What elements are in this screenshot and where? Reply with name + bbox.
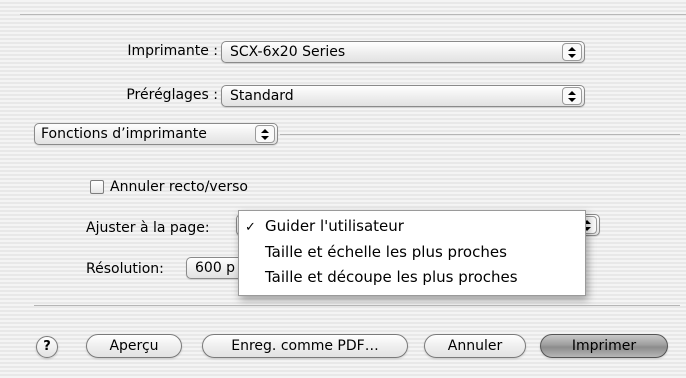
menu-item-label: Taille et échelle les plus proches bbox=[265, 243, 507, 261]
fit-to-page-label: Ajuster à la page: bbox=[86, 220, 210, 236]
resolution-label: Résolution: bbox=[86, 261, 164, 277]
presets-popup[interactable]: Standard bbox=[221, 85, 585, 107]
section-popup[interactable]: Fonctions d’imprimante bbox=[34, 123, 278, 145]
preview-button[interactable]: Aperçu bbox=[86, 334, 182, 358]
top-divider bbox=[20, 14, 686, 15]
menu-item-label: Guider l'utilisateur bbox=[265, 217, 404, 235]
duplex-cancel-label: Annuler recto/verso bbox=[110, 179, 248, 195]
menu-item-crop-closest[interactable]: Taille et découpe les plus proches bbox=[265, 268, 518, 286]
menu-item-scale-closest[interactable]: Taille et échelle les plus proches bbox=[265, 243, 507, 261]
printer-popup[interactable]: SCX-6x20 Series bbox=[221, 41, 585, 63]
up-down-arrows-icon bbox=[562, 43, 582, 61]
section-separator bbox=[280, 134, 680, 135]
bottom-separator bbox=[34, 305, 680, 306]
printer-label: Imprimante : bbox=[127, 43, 218, 59]
printer-value: SCX-6x20 Series bbox=[230, 44, 346, 60]
save-pdf-button[interactable]: Enreg. comme PDF… bbox=[202, 334, 408, 358]
menu-item-label: Taille et découpe les plus proches bbox=[265, 268, 518, 286]
cancel-button[interactable]: Annuler bbox=[424, 334, 526, 358]
up-down-arrows-icon bbox=[562, 87, 582, 105]
section-popup-value: Fonctions d’imprimante bbox=[41, 126, 207, 142]
up-down-arrows-icon bbox=[255, 125, 275, 143]
menu-item-guide-user[interactable]: Guider l'utilisateur bbox=[265, 217, 404, 235]
duplex-cancel-checkbox[interactable] bbox=[90, 180, 104, 194]
presets-value: Standard bbox=[230, 88, 294, 104]
print-button[interactable]: Imprimer bbox=[540, 334, 668, 358]
help-icon[interactable]: ? bbox=[36, 336, 58, 358]
fit-to-page-menu[interactable]: Guider l'utilisateur ✓ Taille et échelle… bbox=[238, 210, 586, 296]
resolution-value: 600 p bbox=[195, 260, 236, 276]
presets-label: Préréglages : bbox=[126, 87, 218, 103]
checkmark-icon: ✓ bbox=[245, 220, 256, 235]
